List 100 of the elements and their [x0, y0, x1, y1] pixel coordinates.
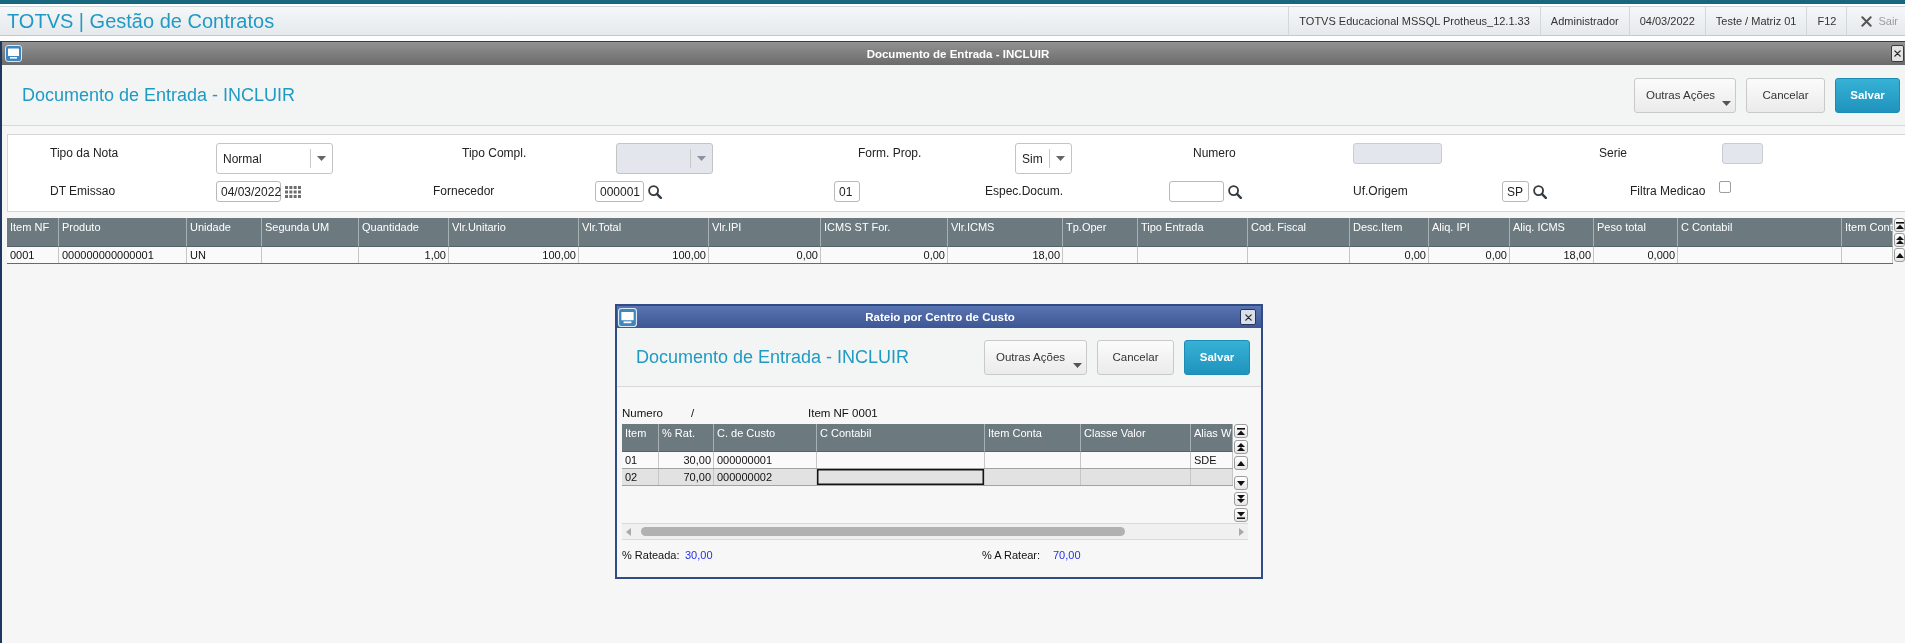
table-cell: 100,00	[449, 247, 579, 263]
table-cell: 1,00	[359, 247, 449, 263]
arrow-up-icon	[1237, 460, 1245, 466]
table-cell: 70,00	[659, 469, 714, 485]
column-header: Item Cont	[1842, 218, 1893, 247]
dialog-title: Rateio por Centro de Custo	[865, 311, 1015, 323]
page-up-button[interactable]	[1894, 233, 1905, 247]
header-info: Teste / Matriz 01	[1704, 7, 1807, 35]
caret-icon	[317, 156, 326, 161]
table-cell: 18,00	[948, 247, 1063, 263]
scrollbar-thumb[interactable]	[641, 527, 1125, 536]
horizontal-scrollbar[interactable]	[622, 523, 1248, 540]
column-header: Alias W	[1191, 424, 1233, 452]
column-header: Vlr.Total	[579, 218, 709, 247]
column-header: Cod. Fiscal	[1248, 218, 1350, 247]
table-row[interactable]: 01 30,00 000000001 SDE	[622, 452, 1233, 469]
table-cell: 0,00	[1429, 247, 1510, 263]
dialog-heading: Documento de Entrada - INCLUIR	[636, 346, 910, 368]
scroll-up-button[interactable]	[1894, 248, 1905, 262]
column-header: C Contabil	[1678, 218, 1842, 247]
window-title: Documento de Entrada - INCLUIR	[866, 47, 1050, 60]
total-value: 70,00	[1053, 549, 1081, 561]
column-header: Vlr.IPI	[709, 218, 821, 247]
field-label: Fornecedor	[433, 183, 495, 200]
field-label: Espec.Docum.	[985, 183, 1064, 200]
table-cell: 100,00	[579, 247, 709, 263]
select-field[interactable]: Sim	[1015, 143, 1072, 174]
cancel-button[interactable]: Cancelar	[1097, 339, 1174, 375]
table-row[interactable]: 02 70,00 000000002	[622, 469, 1233, 486]
close-icon	[1244, 313, 1252, 321]
cancel-button[interactable]: Cancelar	[1746, 77, 1825, 113]
page-down-button[interactable]	[1234, 492, 1248, 506]
column-header: Quantidade	[359, 218, 449, 247]
input-field[interactable]: 01	[834, 181, 860, 202]
field-label: Tipo da Nota	[50, 145, 119, 162]
date-field[interactable]: 04/03/2022	[216, 181, 281, 202]
search-icon[interactable]	[648, 184, 662, 199]
field-label: Serie	[1599, 145, 1627, 162]
column-header: Classe Valor	[1081, 424, 1191, 452]
input-field[interactable]: SP	[1502, 181, 1529, 202]
scroll-top-button[interactable]	[1894, 218, 1905, 232]
column-header: Unidade	[187, 218, 262, 247]
checkbox[interactable]	[1719, 181, 1731, 193]
table-cell: 0001	[7, 247, 59, 263]
info-text: Numero	[622, 407, 663, 419]
column-header: Item NF	[7, 218, 59, 247]
search-icon[interactable]	[1533, 184, 1547, 199]
table-cell: UN	[187, 247, 262, 263]
table-cell: 01	[622, 452, 659, 468]
field-label: DT Emissao	[50, 183, 116, 200]
scroll-up-button[interactable]	[1234, 456, 1248, 470]
arrow-up-icon	[1895, 252, 1904, 258]
select-field[interactable]: Normal	[216, 143, 333, 174]
more-actions-button[interactable]: Outras Ações	[1634, 77, 1736, 113]
close-icon	[1861, 15, 1873, 27]
arrow-down-icon	[1237, 480, 1245, 486]
info-text: /	[691, 407, 695, 419]
caret-icon	[1073, 362, 1082, 368]
app-title: TOTVS | Gestão de Contratos	[6, 9, 275, 33]
scroll-bottom-button[interactable]	[1234, 508, 1248, 522]
calendar-icon[interactable]	[285, 185, 301, 198]
header-info: 04/03/2022	[1628, 7, 1705, 35]
close-button[interactable]	[1240, 309, 1256, 325]
input-field[interactable]	[1169, 181, 1224, 202]
table-cell: 30,00	[659, 452, 714, 468]
info-text: Item NF 0001	[808, 407, 878, 419]
table-cell: SDE	[1191, 452, 1233, 468]
field-label: Tipo Compl.	[462, 145, 527, 162]
field-label: Uf.Origem	[1353, 183, 1408, 200]
header-info: TOTVS Educacional MSSQL Protheus_12.1.33	[1288, 7, 1540, 35]
arrow-up-bar-icon	[1895, 221, 1904, 229]
caret-icon	[1722, 100, 1731, 106]
column-header: Vlr.ICMS	[948, 218, 1063, 247]
table-cell: 000000002	[714, 469, 817, 485]
search-icon[interactable]	[1228, 184, 1242, 199]
column-header: C. de Custo	[714, 424, 817, 452]
close-button[interactable]	[1891, 45, 1904, 62]
page-up-button[interactable]	[1234, 440, 1248, 454]
column-header: C Contabil	[817, 424, 985, 452]
double-arrow-up-icon	[1895, 236, 1904, 244]
column-header: Aliq. ICMS	[1510, 218, 1594, 247]
column-header: Segunda UM	[262, 218, 359, 247]
double-arrow-down-icon	[1237, 495, 1245, 503]
table-cell: 18,00	[1510, 247, 1594, 263]
page-heading: Documento de Entrada - INCLUIR	[22, 84, 296, 106]
total-label: % Rateada:	[622, 549, 680, 561]
input-field[interactable]: 000001	[595, 181, 644, 202]
column-header: Item Conta	[985, 424, 1081, 452]
window-icon	[5, 45, 22, 62]
field-label: Filtra Medicao	[1630, 183, 1706, 200]
table-cell: 02	[622, 469, 659, 485]
arrow-up-bar-icon	[1237, 427, 1245, 435]
table-row[interactable]: 0001 000000000000001 UN 1,00 100,00 100,00 0,00 0,00 18,00 0,00 0,00 18,00 0,000	[7, 247, 1893, 264]
double-arrow-up-icon	[1237, 443, 1245, 451]
caret-icon	[697, 156, 706, 161]
column-header: Peso total	[1594, 218, 1678, 247]
table-cell: 000000001	[714, 452, 817, 468]
scroll-top-button[interactable]	[1234, 424, 1248, 438]
more-actions-button[interactable]: Outras Ações	[984, 339, 1087, 375]
scroll-down-button[interactable]	[1234, 476, 1248, 490]
